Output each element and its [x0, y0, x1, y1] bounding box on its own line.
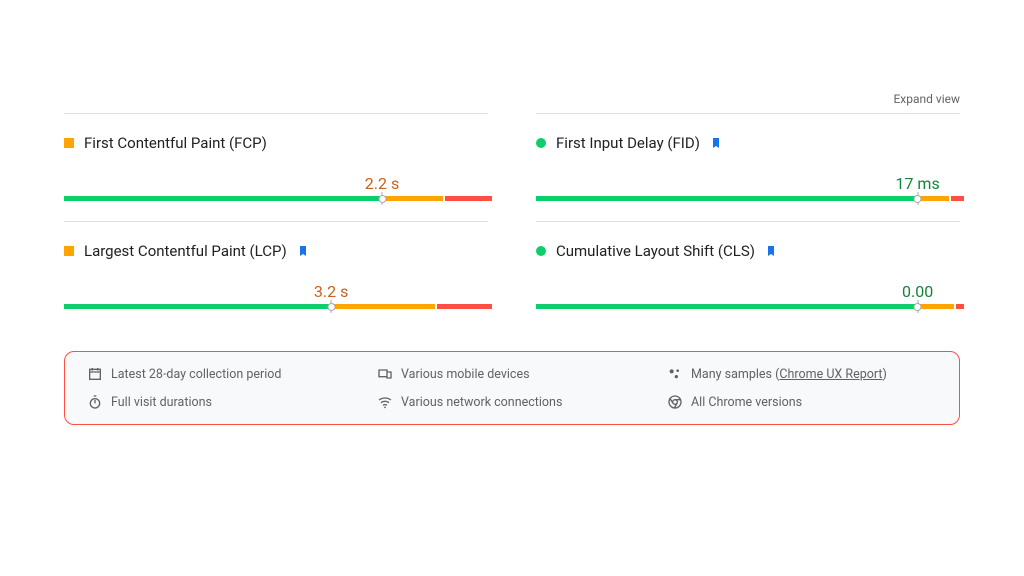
summary-box: Latest 28-day collection period Various m… [64, 351, 960, 425]
bookmark-icon[interactable] [710, 136, 722, 150]
bookmark-icon[interactable] [765, 244, 777, 258]
metric-title: Cumulative Layout Shift (CLS) [556, 242, 755, 260]
bar-segment-orange [333, 304, 435, 309]
devices-icon [377, 366, 393, 382]
status-square-icon [64, 246, 74, 256]
metric-title: First Contentful Paint (FCP) [84, 134, 267, 152]
bar-segment-green [536, 196, 918, 201]
bar-segment-green [64, 196, 382, 201]
summary-item-text: Many samples (Chrome UX Report) [691, 367, 887, 382]
distribution-bar [64, 304, 488, 309]
bookmark-icon[interactable] [297, 244, 309, 258]
summary-item: Full visit durations [87, 394, 357, 410]
bar-segment-orange [920, 304, 954, 309]
calendar-icon [87, 366, 103, 382]
bar-segment-red [445, 196, 492, 201]
metric-card: Cumulative Layout Shift (CLS) 0.00 [536, 221, 960, 329]
status-square-icon [64, 138, 74, 148]
summary-item: Latest 28-day collection period [87, 366, 357, 382]
metric-card: Largest Contentful Paint (LCP) 3.2 s [64, 221, 488, 329]
metric-card: First Input Delay (FID) 17 ms [536, 113, 960, 221]
distribution-bar [64, 196, 488, 201]
summary-item-text: Various network connections [401, 395, 562, 410]
summary-item: Many samples (Chrome UX Report) [667, 366, 937, 382]
summary-item-text: Latest 28-day collection period [111, 367, 281, 382]
chrome-icon [667, 394, 683, 410]
distribution-bar [536, 196, 960, 201]
metric-value: 2.2 s [365, 174, 399, 193]
summary-item: Various network connections [377, 394, 647, 410]
metric-title: Largest Contentful Paint (LCP) [84, 242, 287, 260]
crux-report-link[interactable]: Chrome UX Report [779, 367, 882, 382]
bar-segment-red [956, 304, 964, 309]
stopwatch-icon [87, 394, 103, 410]
bar-segment-red [437, 304, 492, 309]
distribution-bar [536, 304, 960, 309]
summary-item-text: Various mobile devices [401, 367, 530, 382]
metric-value: 0.00 [902, 282, 933, 301]
summary-item: Various mobile devices [377, 366, 647, 382]
bar-segment-red [951, 196, 964, 201]
bar-segment-orange [920, 196, 950, 201]
wifi-icon [377, 394, 393, 410]
metric-value: 17 ms [895, 174, 939, 193]
bar-segment-green [64, 304, 331, 309]
status-dot-icon [536, 138, 546, 148]
metric-title: First Input Delay (FID) [556, 134, 700, 152]
cluster-icon [667, 366, 683, 382]
summary-item: All Chrome versions [667, 394, 937, 410]
summary-item-text: Full visit durations [111, 395, 212, 410]
expand-view-link[interactable]: Expand view [893, 92, 960, 106]
summary-item-text: All Chrome versions [691, 395, 802, 410]
metric-value: 3.2 s [314, 282, 348, 301]
status-dot-icon [536, 246, 546, 256]
metric-card: First Contentful Paint (FCP) 2.2 s [64, 113, 488, 221]
bar-segment-green [536, 304, 918, 309]
bar-segment-orange [384, 196, 443, 201]
